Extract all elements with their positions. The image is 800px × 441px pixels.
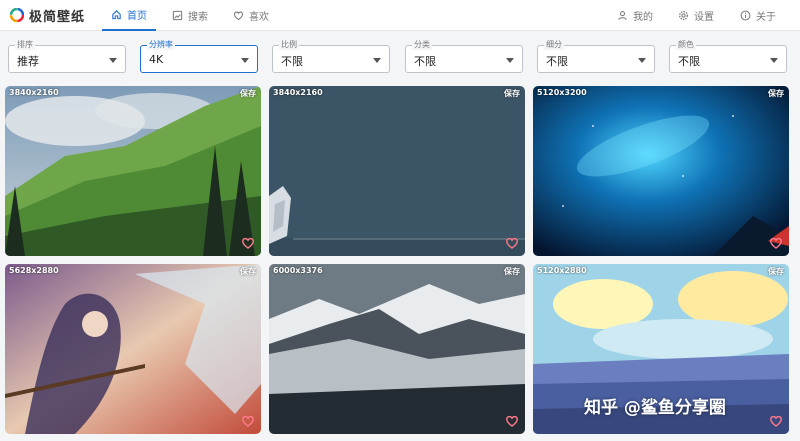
nav-search[interactable]: 搜索 <box>172 0 208 31</box>
heart-icon[interactable] <box>769 236 783 250</box>
wallpaper-image <box>269 86 525 256</box>
nav-about-label: 关于 <box>756 12 776 23</box>
nav-settings-label: 设置 <box>694 12 714 23</box>
chevron-down-icon <box>109 58 117 63</box>
resolution-select[interactable]: 分辨率 4K <box>140 40 258 73</box>
heart-outline-icon <box>233 11 244 21</box>
save-button[interactable]: 保存 <box>240 88 256 99</box>
color-select[interactable]: 颜色 不限 <box>669 40 787 73</box>
subcategory-select-label: 细分 <box>544 40 564 50</box>
resolution-select-label: 分辨率 <box>147 40 175 50</box>
app-logo-icon <box>10 8 24 22</box>
info-icon <box>740 10 751 21</box>
heart-icon[interactable] <box>505 414 519 428</box>
watermark: 知乎 @鲨鱼分享圈 <box>584 398 726 418</box>
save-button[interactable]: 保存 <box>768 88 784 99</box>
chevron-down-icon <box>241 58 249 63</box>
resolution-badge: 5120x3200 <box>537 88 587 97</box>
nav-favorites-label: 喜欢 <box>249 12 269 23</box>
nav-profile[interactable]: 我的 <box>617 0 653 31</box>
ratio-select-value: 不限 <box>281 55 303 68</box>
heart-icon[interactable] <box>241 236 255 250</box>
nav-search-label: 搜索 <box>188 12 208 23</box>
save-button[interactable]: 保存 <box>768 266 784 277</box>
save-button[interactable]: 保存 <box>240 266 256 277</box>
category-select[interactable]: 分类 不限 <box>405 40 523 73</box>
resolution-badge: 5120x2880 <box>537 266 587 275</box>
user-icon <box>618 11 627 20</box>
resolution-badge: 3840x2160 <box>9 88 59 97</box>
ratio-select[interactable]: 比例 不限 <box>272 40 390 73</box>
sort-select-value: 推荐 <box>17 55 39 68</box>
chevron-down-icon <box>638 58 646 63</box>
sort-select-label: 排序 <box>15 40 35 50</box>
top-navigation-bar: 极简壁纸 首页 搜索 喜欢 我的 设置 关于 <box>0 0 800 31</box>
subcategory-select[interactable]: 细分 不限 <box>537 40 655 73</box>
subcategory-select-value: 不限 <box>546 55 568 68</box>
wallpaper-card[interactable]: 5120x3200 保存 <box>533 86 789 256</box>
wallpaper-card[interactable]: 3840x2160 保存 <box>269 86 525 256</box>
ratio-select-label: 比例 <box>279 40 299 50</box>
nav-home[interactable]: 首页 <box>102 0 156 31</box>
wallpaper-image <box>5 264 261 434</box>
wallpaper-card[interactable]: 5628x2880 保存 <box>5 264 261 434</box>
wallpaper-image <box>269 264 525 434</box>
resolution-badge: 6000x3376 <box>273 266 323 275</box>
wallpaper-card[interactable]: 6000x3376 保存 <box>269 264 525 434</box>
wallpaper-image <box>533 86 789 256</box>
brand[interactable]: 极简壁纸 <box>10 6 86 25</box>
nav-favorites[interactable]: 喜欢 <box>233 0 269 31</box>
heart-icon[interactable] <box>769 414 783 428</box>
save-button[interactable]: 保存 <box>504 88 520 99</box>
image-search-icon <box>172 10 183 21</box>
heart-icon[interactable] <box>505 236 519 250</box>
category-select-value: 不限 <box>414 55 436 68</box>
chevron-down-icon <box>506 58 514 63</box>
nav-profile-label: 我的 <box>633 12 653 23</box>
chevron-down-icon <box>373 58 381 63</box>
wallpaper-card[interactable]: 3840x2160 保存 <box>5 86 261 256</box>
sort-select[interactable]: 排序 推荐 <box>8 40 126 73</box>
resolution-badge: 5628x2880 <box>9 266 59 275</box>
resolution-badge: 3840x2160 <box>273 88 323 97</box>
home-icon <box>112 10 121 20</box>
color-select-label: 颜色 <box>676 40 696 50</box>
gear-icon <box>679 11 688 20</box>
nav-about[interactable]: 关于 <box>740 0 776 31</box>
resolution-select-value: 4K <box>149 53 164 66</box>
chevron-down-icon <box>770 58 778 63</box>
heart-icon[interactable] <box>241 414 255 428</box>
color-select-value: 不限 <box>678 55 700 68</box>
save-button[interactable]: 保存 <box>504 266 520 277</box>
app-name: 极简壁纸 <box>29 9 86 25</box>
nav-settings[interactable]: 设置 <box>678 0 714 31</box>
wallpaper-image <box>5 86 261 256</box>
category-select-label: 分类 <box>412 40 432 50</box>
nav-home-label: 首页 <box>127 11 147 22</box>
